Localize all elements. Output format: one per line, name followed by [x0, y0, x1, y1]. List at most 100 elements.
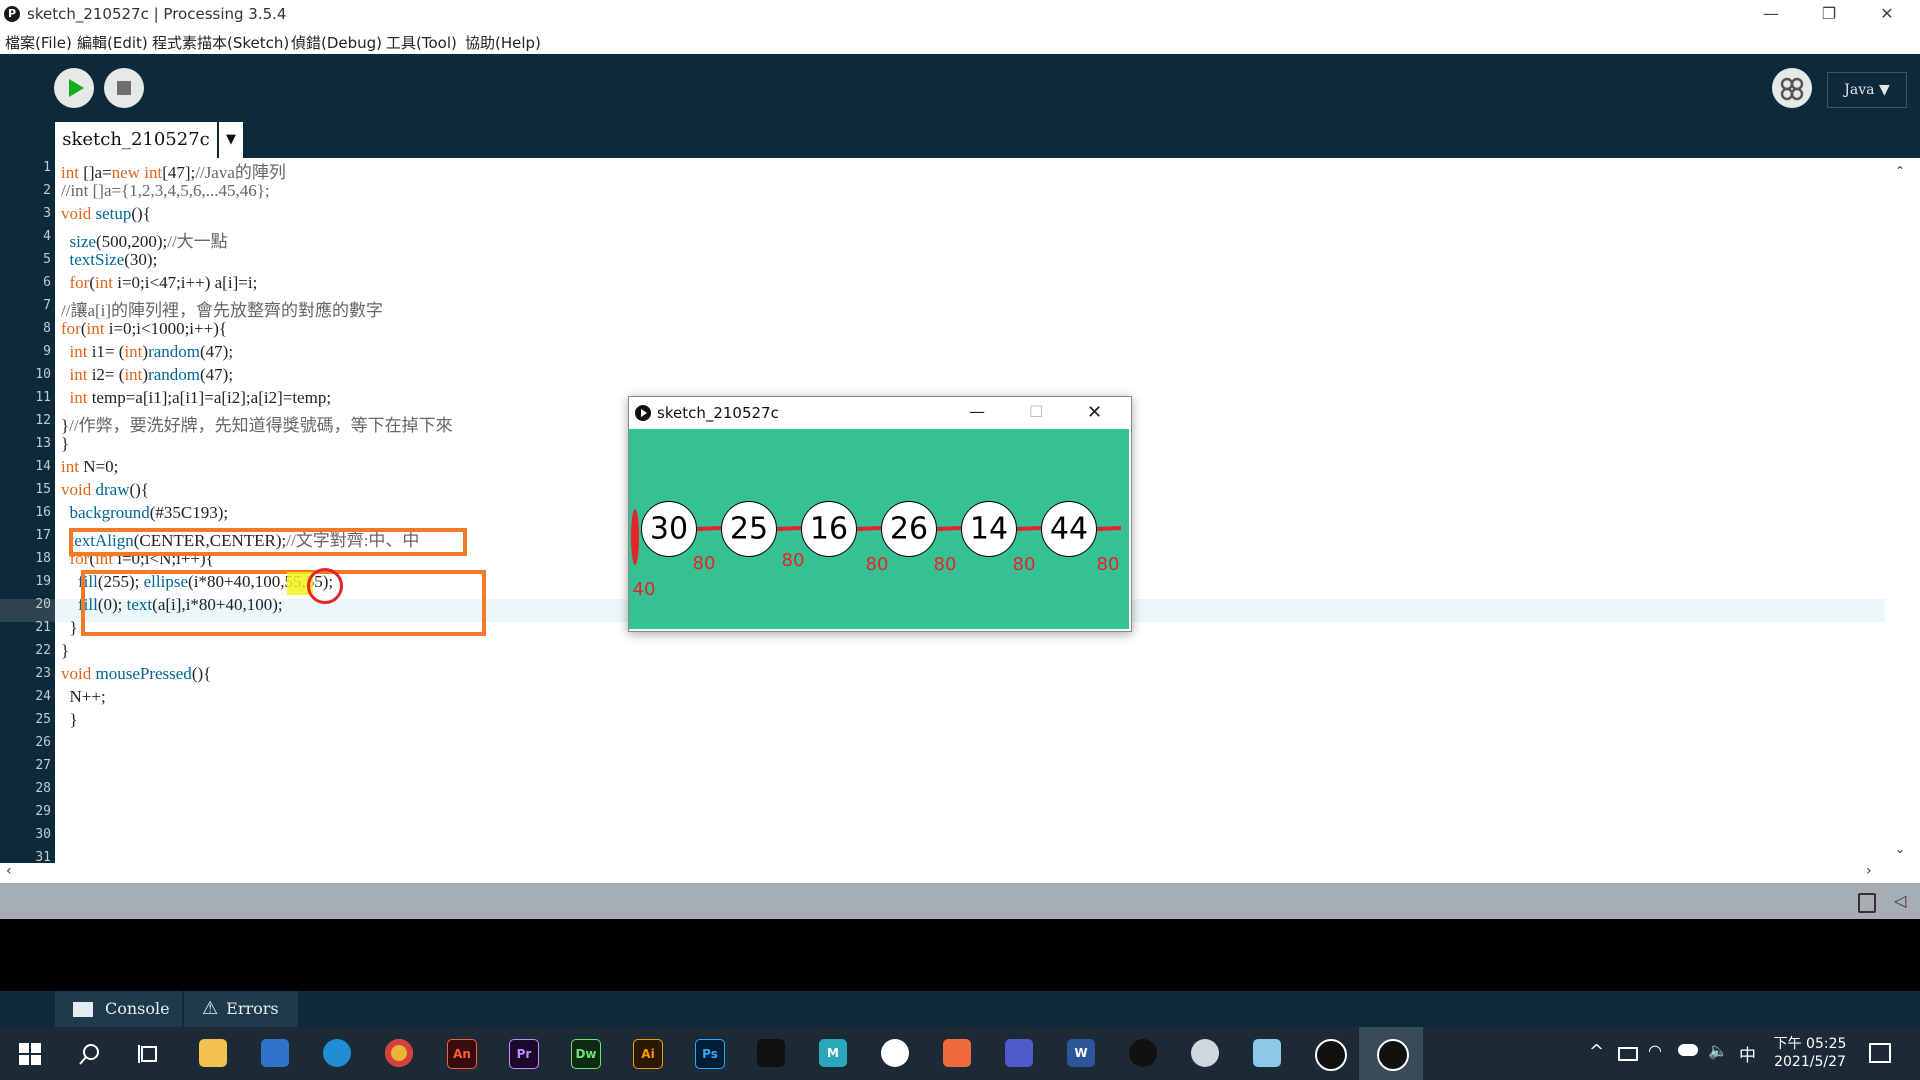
- menu-edit[interactable]: 編輯(Edit): [77, 32, 148, 53]
- menu-debug[interactable]: 偵錯(Debug): [291, 32, 382, 53]
- menu-file[interactable]: 檔案(File): [5, 32, 72, 53]
- chrome-icon[interactable]: [385, 1039, 413, 1067]
- sketch-close-button[interactable]: ✕: [1087, 402, 1102, 423]
- notes-icon[interactable]: [1253, 1039, 1281, 1067]
- clipboard-icon[interactable]: [1858, 893, 1876, 913]
- code-line[interactable]: int temp=a[i1];a[i1]=a[i2];a[i2]=temp;: [61, 388, 332, 408]
- code-line[interactable]: background(#35C193);: [61, 503, 229, 523]
- annotation-spacing-label: 80: [1097, 554, 1120, 575]
- premiere-icon[interactable]: Pr: [509, 1039, 539, 1069]
- circle-40: [307, 568, 343, 604]
- annotation-box-loop-body: [81, 570, 486, 636]
- code-line[interactable]: }: [61, 641, 69, 661]
- code-line[interactable]: void draw(){: [61, 480, 149, 500]
- line-number: 10: [35, 367, 51, 382]
- sketch-window[interactable]: sketch_210527c — ☐ ✕ 30 25 16 26 14 44 80 80 80 8…: [628, 396, 1132, 632]
- scratch-icon[interactable]: [757, 1039, 785, 1067]
- line-number: 27: [35, 758, 51, 773]
- menu-tool[interactable]: 工具(Tool): [386, 32, 457, 53]
- run-button[interactable]: [54, 68, 94, 108]
- store-icon[interactable]: [261, 1039, 289, 1067]
- maya-icon[interactable]: M: [819, 1039, 847, 1067]
- clock-time[interactable]: 下午 05:25: [1772, 1033, 1848, 1053]
- teams-icon[interactable]: [1005, 1039, 1033, 1067]
- code-line[interactable]: size(500,200);//大一點: [61, 227, 228, 252]
- tab-menu-arrow[interactable]: ▼: [219, 122, 243, 158]
- tray-chevron-icon[interactable]: ^: [1589, 1041, 1604, 1062]
- code-line[interactable]: }//作弊，要洗好牌，先知道得獎號碼，等下在掉下來: [61, 411, 453, 436]
- dreamweaver-icon[interactable]: Dw: [571, 1039, 601, 1069]
- line-number: 3: [43, 206, 51, 221]
- console-output[interactable]: [0, 919, 1920, 991]
- line-number: 26: [35, 735, 51, 750]
- file-explorer-icon[interactable]: [199, 1039, 227, 1067]
- sketch-minimize-button[interactable]: —: [969, 402, 985, 421]
- sketch-running-icon[interactable]: [1315, 1039, 1347, 1071]
- code-line[interactable]: }: [61, 434, 69, 454]
- line-number: 23: [35, 666, 51, 681]
- volume-icon[interactable]: 🔈: [1708, 1041, 1728, 1060]
- sketch-canvas[interactable]: 30 25 16 26 14 44 80 80 80 80 80 80 40: [629, 429, 1129, 629]
- maximize-button[interactable]: ❐: [1800, 0, 1858, 28]
- battery-icon[interactable]: [1618, 1047, 1638, 1061]
- code-line[interactable]: N++;: [61, 687, 106, 707]
- code-line[interactable]: int i1= (int)random(47);: [61, 342, 234, 362]
- code-line[interactable]: int i2= (int)random(47);: [61, 365, 234, 385]
- tab-errors[interactable]: ⚠ Errors: [184, 991, 298, 1027]
- ime-indicator[interactable]: 中: [1739, 1041, 1756, 1066]
- status-bar: ◁: [0, 883, 1920, 919]
- code-line[interactable]: //int []a={1,2,3,4,5,6,...45,46};: [61, 181, 270, 201]
- notification-icon[interactable]: [1869, 1043, 1891, 1063]
- scroll-down-icon[interactable]: ⌄: [1895, 842, 1905, 856]
- mode-selector[interactable]: Java ▼: [1827, 72, 1907, 108]
- code-line[interactable]: for(int i=0;i<47;i++) a[i]=i;: [61, 273, 258, 293]
- task-view-icon[interactable]: [138, 1043, 160, 1065]
- scroll-left-icon[interactable]: ‹: [6, 863, 12, 879]
- search-icon[interactable]: [79, 1043, 101, 1065]
- processing-icon[interactable]: [1129, 1039, 1157, 1067]
- scroll-right-icon[interactable]: ›: [1866, 863, 1872, 879]
- tab-console[interactable]: Console: [55, 991, 182, 1027]
- illustrator-icon[interactable]: Ai: [633, 1039, 663, 1069]
- line-number: 22: [35, 643, 51, 658]
- windows-start-icon[interactable]: [19, 1043, 41, 1065]
- onedrive-icon[interactable]: [1678, 1044, 1698, 1056]
- line-number: 6: [43, 275, 51, 290]
- code-line[interactable]: void setup(){: [61, 204, 151, 224]
- sketch-maximize-button[interactable]: ☐: [1029, 402, 1043, 421]
- word-icon[interactable]: W: [1067, 1039, 1095, 1067]
- warning-icon: ⚠: [202, 998, 219, 1019]
- code-line[interactable]: int []a=new int[47];//Java的陣列: [61, 158, 286, 183]
- code-line[interactable]: void mousePressed(){: [61, 664, 211, 684]
- itunes-icon[interactable]: [881, 1039, 909, 1067]
- active-app-slot[interactable]: [1359, 1027, 1423, 1080]
- horizontal-scrollbar[interactable]: ‹ ›: [0, 863, 1900, 883]
- code-line[interactable]: for(int i=0;i<1000;i++){: [61, 319, 227, 339]
- line-number: 29: [35, 804, 51, 819]
- scroll-up-icon[interactable]: ⌃: [1895, 164, 1905, 178]
- annotation-stroke: [936, 526, 962, 531]
- clock-date[interactable]: 2021/5/27: [1772, 1054, 1848, 1070]
- code-line[interactable]: }: [61, 618, 78, 638]
- minimize-button[interactable]: —: [1742, 0, 1800, 28]
- code-line[interactable]: textSize(30);: [61, 250, 158, 270]
- edge-icon[interactable]: [323, 1039, 351, 1067]
- code-line[interactable]: int N=0;: [61, 457, 118, 477]
- animate-icon[interactable]: An: [447, 1039, 477, 1069]
- menu-sketch[interactable]: 程式素描本(Sketch): [152, 32, 289, 53]
- stop-button[interactable]: [104, 68, 144, 108]
- vertical-scrollbar[interactable]: ⌃ ⌄: [1885, 158, 1920, 863]
- close-button[interactable]: ✕: [1858, 0, 1916, 28]
- photoshop-icon[interactable]: Ps: [695, 1039, 725, 1069]
- wifi-icon[interactable]: ◠: [1648, 1041, 1662, 1060]
- menu-help[interactable]: 協助(Help): [465, 32, 541, 53]
- debug-button[interactable]: [1772, 68, 1812, 108]
- tab-sketch[interactable]: sketch_210527c: [55, 122, 217, 158]
- canvas-drawing: 30 25 16 26 14 44 80 80 80 80 80 80 40: [631, 501, 1122, 600]
- code-line[interactable]: //讓a[i]的陣列裡，會先放整齊的對應的數字: [61, 296, 383, 321]
- collapse-icon[interactable]: ◁: [1894, 891, 1906, 910]
- paint-icon[interactable]: [1191, 1039, 1219, 1067]
- xampp-icon[interactable]: [943, 1039, 971, 1067]
- annotation-spacing-label: 80: [934, 554, 957, 575]
- code-line[interactable]: }: [61, 710, 78, 730]
